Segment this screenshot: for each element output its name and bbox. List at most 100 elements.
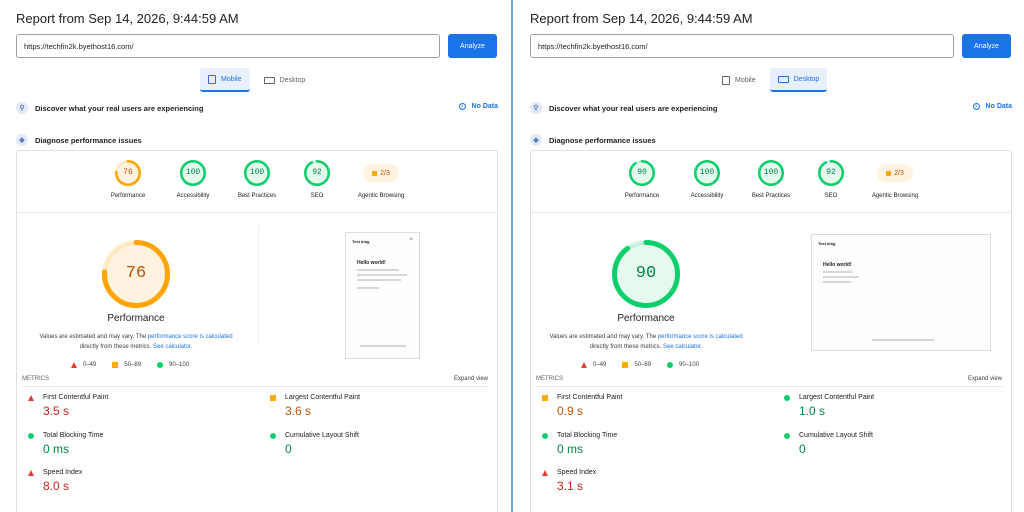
discover-heading: Discover what your real users are experi… (35, 103, 204, 113)
note-text: Values are estimated and may vary. The (39, 334, 148, 340)
metric-label: Total Blocking Time (557, 432, 618, 439)
monitor-icon (263, 76, 275, 84)
expand-view-toggle[interactable]: Expand view (968, 376, 1002, 382)
metric-largest-contentful-paint: Largest Contentful Paint 3.6 s (270, 394, 470, 418)
crux-section-header[interactable]: ⚲ Discover what your real users are exper… (530, 101, 717, 115)
legend-label: 90–100 (679, 362, 700, 368)
gauge-accessibility[interactable]: 100 Accessibility (672, 160, 742, 199)
analyze-button[interactable]: Analyze (962, 34, 1011, 58)
triangle-icon (71, 362, 77, 368)
tab-desktop[interactable]: Desktop (256, 68, 314, 92)
gauge-label: Agentic Browsing (357, 193, 405, 199)
agentic-badge: 2/3 (363, 164, 399, 182)
metric-value: 0.9 s (557, 404, 584, 418)
gauge-label: Accessibility (690, 193, 724, 199)
score-legend: 0–49 50–89 90–100 (71, 362, 189, 368)
metric-first-contentful-paint: First Contentful Paint 3.5 s (28, 394, 228, 418)
tab-mobile[interactable]: Mobile (200, 68, 250, 92)
info-icon: i (458, 103, 466, 110)
page-screenshot: Test blog Hello world! (811, 234, 991, 351)
divider (17, 212, 497, 213)
score-ring: 90 (629, 160, 655, 186)
legend-label: 50–89 (634, 362, 652, 368)
agentic-score: 2/3 (894, 169, 904, 177)
gauge-agentic-browsing[interactable]: 2/3 Agentic Browsing (860, 160, 930, 199)
metric-speed-index: Speed Index 3.1 s (542, 469, 742, 493)
no-data-indicator[interactable]: i No Data (458, 103, 498, 110)
score-ring: 92 (304, 160, 330, 186)
right-report-panel: Report from Sep 14, 2026, 9:44:59 AM htt… (514, 0, 1024, 512)
url-input[interactable]: https://techfin2k.byethost16.com/ (530, 34, 954, 58)
square-icon (112, 362, 119, 368)
analyze-button[interactable]: Analyze (448, 34, 497, 58)
gauge-score: 92 (826, 168, 836, 177)
legend-fail: 0–49 (71, 362, 96, 368)
screenshot-post-title: Hello world! (357, 260, 386, 266)
note-text: directly from these metrics. (589, 344, 663, 350)
metric-value: 3.6 s (285, 404, 312, 418)
metric-label: Speed Index (43, 469, 83, 476)
performance-score-link[interactable]: performance score is calculated (658, 334, 743, 340)
legend-label: 50–89 (124, 362, 142, 368)
diagnose-heading: Diagnose performance issues (35, 135, 142, 145)
page-screenshot: Test blog × Hello world! (345, 232, 420, 359)
performance-label: Performance (617, 313, 675, 324)
tab-desktop[interactable]: Desktop (769, 68, 828, 92)
metric-cumulative-layout-shift: Cumulative Layout Shift 0 (270, 432, 470, 456)
no-data-indicator[interactable]: i No Data (972, 103, 1012, 110)
performance-score-value: 90 (635, 264, 657, 283)
score-ring: 100 (758, 160, 784, 186)
gauge-accessibility[interactable]: 100 Accessibility (158, 160, 228, 199)
metric-label: Largest Contentful Paint (285, 394, 361, 401)
legend-label: 0–49 (83, 362, 97, 368)
gauge-seo[interactable]: 92 SEO (796, 160, 866, 199)
metric-label: Speed Index (557, 469, 597, 476)
lighthouse-icon: ◆ (16, 134, 28, 146)
calculator-link[interactable]: See calculator. (153, 344, 192, 350)
report-title: Report from Sep 14, 2026, 9:44:59 AM (16, 11, 239, 26)
gauge-score: 100 (763, 168, 779, 177)
note-text: directly from these metrics. (79, 344, 153, 350)
legend-label: 90–100 (169, 362, 190, 368)
diagnose-section-header: ◆ Diagnose performance issues (16, 133, 142, 147)
gauge-seo[interactable]: 92 SEO (282, 160, 352, 199)
divider (531, 212, 1011, 213)
no-data-label: No Data (471, 103, 498, 110)
gauge-performance[interactable]: 90 Performance (607, 160, 677, 199)
close-icon: × (409, 237, 413, 243)
agentic-badge: 2/3 (877, 164, 913, 182)
triangle-icon (581, 362, 587, 368)
score-ring: 90 (612, 240, 680, 308)
metrics-label: METRICS (536, 376, 563, 382)
device-tabs: Mobile Desktop (200, 68, 313, 92)
legend-fail: 0–49 (581, 362, 606, 368)
users-icon: ⚲ (530, 102, 542, 114)
score-note: Values are estimated and may vary. The p… (16, 332, 256, 352)
tab-mobile[interactable]: Mobile (714, 68, 764, 92)
gauge-label: Accessibility (176, 193, 210, 199)
calculator-link[interactable]: See calculator. (663, 344, 702, 350)
metric-speed-index: Speed Index 8.0 s (28, 469, 228, 493)
metric-first-contentful-paint: First Contentful Paint 0.9 s (542, 394, 742, 418)
comparison-view: Report from Sep 14, 2026, 9:44:59 AM htt… (0, 0, 1024, 512)
url-input[interactable]: https://techfin2k.byethost16.com/ (16, 34, 440, 58)
device-tabs: Mobile Desktop (714, 68, 828, 92)
score-ring: 100 (694, 160, 720, 186)
gauge-score: 76 (123, 168, 133, 177)
metric-total-blocking-time: Total Blocking Time 0 ms (542, 432, 742, 456)
score-ring: 76 (115, 160, 141, 186)
gauge-agentic-browsing[interactable]: 2/3 Agentic Browsing (346, 160, 416, 199)
diagnose-section-header: ◆ Diagnose performance issues (530, 133, 656, 147)
gauge-label: Performance (624, 193, 660, 199)
gauge-score: 100 (699, 168, 715, 177)
phone-icon (208, 74, 216, 84)
screenshot-site-title: Test blog (818, 241, 836, 246)
expand-view-toggle[interactable]: Expand view (454, 376, 488, 382)
performance-score-large: 90 Performance (586, 240, 706, 330)
legend-pass: 90–100 (157, 362, 189, 368)
performance-score-link[interactable]: performance score is calculated (148, 334, 233, 340)
legend-average: 50–89 (112, 362, 141, 368)
gauge-performance[interactable]: 76 Performance (93, 160, 163, 199)
gauge-score: 100 (185, 168, 201, 177)
crux-section-header[interactable]: ⚲ Discover what your real users are exper… (16, 101, 203, 115)
